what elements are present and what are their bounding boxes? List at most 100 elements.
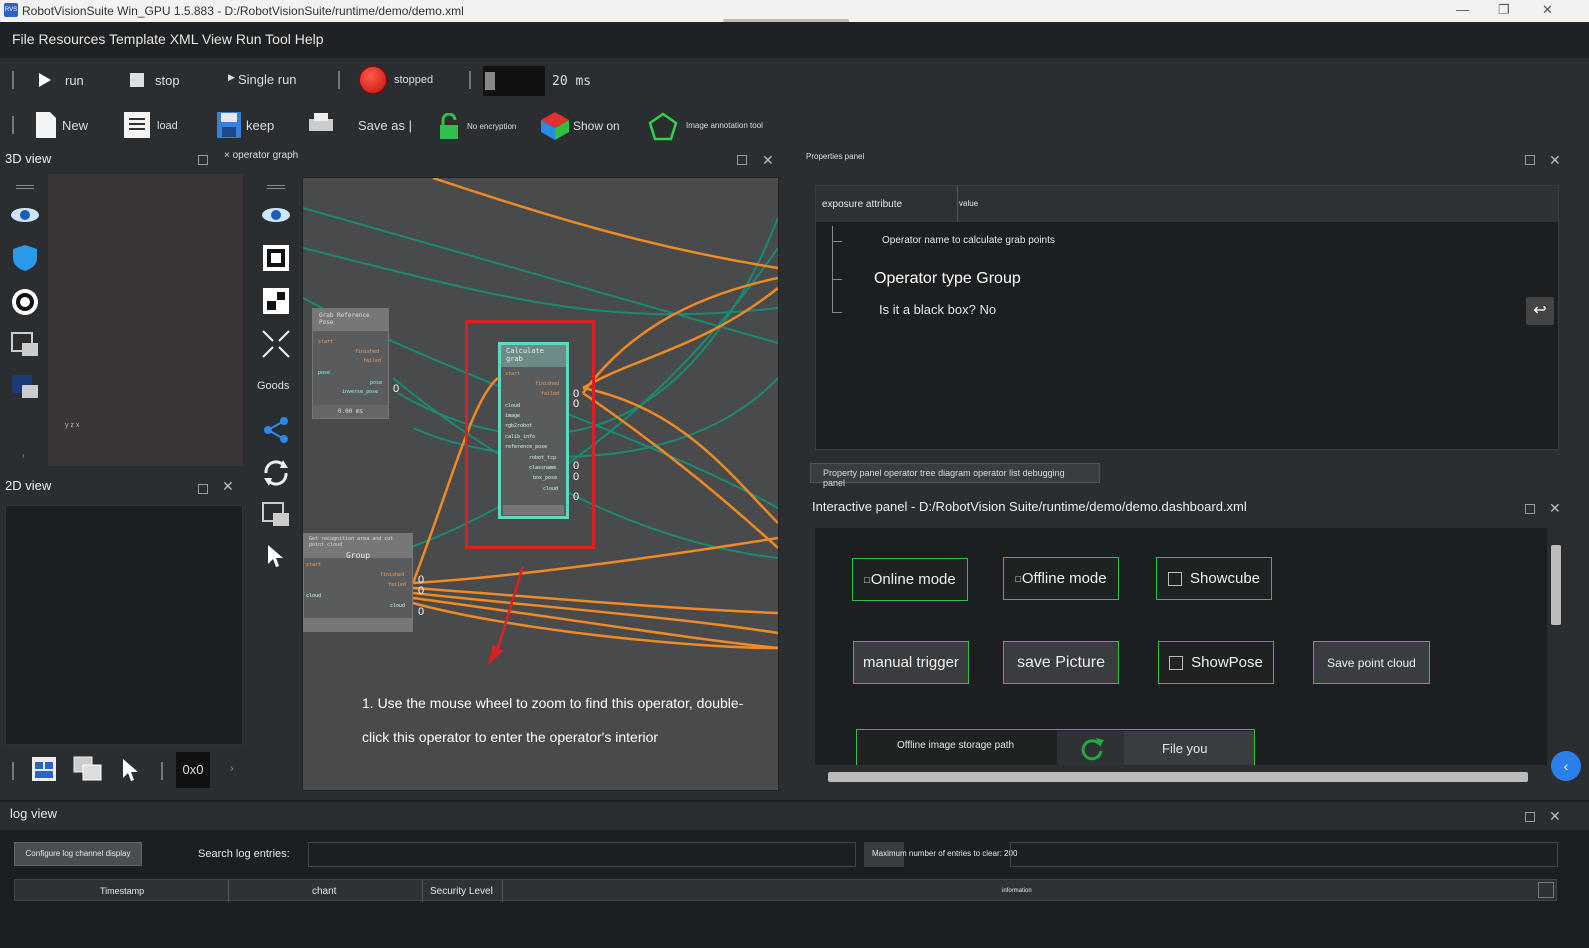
more-arrow-icon[interactable]: ›: [230, 763, 234, 775]
goods-label[interactable]: Goods: [257, 380, 289, 392]
operator-graph-tab[interactable]: × operator graph: [224, 150, 298, 161]
float-icon[interactable]: [1525, 155, 1535, 165]
float-icon[interactable]: [1525, 812, 1535, 822]
operator-node-group[interactable]: Get recognition area and cut point cloud…: [303, 533, 413, 632]
checkbox-icon[interactable]: [1169, 655, 1184, 670]
port-value: 0: [393, 383, 400, 395]
menu-items[interactable]: File Resources Template XML View Run Too…: [12, 31, 324, 47]
grip-icon[interactable]: [267, 185, 285, 186]
unlock-icon[interactable]: [437, 113, 463, 141]
offline-mode-button[interactable]: □ Offline mode: [1003, 557, 1119, 600]
properties-panel: Properties panel ✕ exposure attribute va…: [803, 148, 1589, 493]
eye-icon[interactable]: [261, 205, 291, 225]
zoom-frame-icon[interactable]: [262, 287, 290, 315]
keep-button[interactable]: keep: [246, 118, 274, 133]
toolbar-grip[interactable]: [12, 762, 14, 780]
toolbar-grip[interactable]: [12, 71, 14, 89]
configure-log-button[interactable]: Configure log channel display: [14, 842, 142, 866]
show-on-button[interactable]: Show on: [573, 119, 620, 133]
eye-icon[interactable]: [10, 205, 40, 225]
close-icon[interactable]: ✕: [1549, 808, 1561, 825]
new-button[interactable]: New: [62, 118, 88, 133]
float-icon[interactable]: [198, 484, 208, 494]
fit-view-icon[interactable]: [262, 244, 290, 272]
save-point-cloud-button[interactable]: Save point cloud: [1313, 641, 1430, 684]
blackbox-row[interactable]: Is it a black box? No: [879, 302, 996, 317]
view-3d-canvas[interactable]: y z x: [48, 174, 243, 466]
camera-view-icon[interactable]: [10, 373, 40, 401]
column-information[interactable]: information: [1002, 888, 1032, 894]
column-channel[interactable]: chant: [312, 886, 336, 897]
online-mode-button[interactable]: □ Online mode: [852, 558, 968, 601]
chevron-left-icon[interactable]: ‹: [1551, 751, 1581, 781]
no-encryption-button[interactable]: No encryption: [467, 122, 516, 131]
annotation-polygon-icon[interactable]: [647, 111, 679, 143]
save-as-icon[interactable]: [307, 111, 335, 135]
checkbox-icon[interactable]: [1167, 571, 1182, 586]
cursor-icon[interactable]: [122, 758, 140, 782]
refresh-icon[interactable]: [261, 458, 291, 488]
minimize-button[interactable]: —: [1456, 2, 1469, 17]
collapse-icon[interactable]: [261, 329, 291, 359]
max-entries-input[interactable]: [1010, 842, 1558, 867]
refresh-button[interactable]: [1057, 731, 1124, 765]
screenshot-icon[interactable]: [261, 501, 291, 529]
stop-icon[interactable]: [130, 73, 144, 87]
file-browse-button[interactable]: File you: [1124, 731, 1254, 765]
window-tile-icon[interactable]: [31, 756, 57, 782]
manual-trigger-button[interactable]: manual trigger: [853, 641, 969, 684]
cursor-icon[interactable]: [267, 544, 285, 570]
single-run-button[interactable]: Single run: [238, 72, 297, 87]
toolbar-grip[interactable]: [12, 116, 14, 134]
close-icon[interactable]: ✕: [1549, 500, 1561, 517]
column-timestamp[interactable]: Timestamp: [100, 886, 144, 896]
operator-node-grab-reference[interactable]: Grab Reference Pose start finished faile…: [312, 308, 389, 419]
restore-button[interactable]: ❐: [1498, 2, 1510, 18]
vertical-scrollbar[interactable]: [1551, 545, 1561, 625]
annotation-tool-button[interactable]: Image annotation tool: [686, 121, 763, 130]
properties-tab-bar[interactable]: Property panel operator tree diagram ope…: [810, 463, 1100, 488]
load-icon[interactable]: [123, 111, 151, 139]
operator-type-row[interactable]: Operator type Group: [874, 270, 1021, 288]
save-as-button[interactable]: Save as |: [358, 118, 412, 133]
target-icon[interactable]: [10, 287, 40, 317]
save-picture-button[interactable]: save Picture: [1003, 641, 1119, 684]
float-icon[interactable]: [1525, 504, 1535, 514]
play-icon[interactable]: [38, 72, 52, 88]
shield-icon[interactable]: [12, 244, 38, 272]
horizontal-scrollbar[interactable]: [828, 772, 1528, 782]
close-icon[interactable]: ✕: [762, 152, 774, 169]
close-icon[interactable]: ✕: [222, 478, 234, 495]
float-icon[interactable]: [737, 155, 747, 165]
new-file-icon[interactable]: [35, 111, 57, 139]
port-label: finished: [355, 349, 380, 355]
stop-button[interactable]: stop: [155, 73, 180, 88]
operator-graph-canvas[interactable]: Grab Reference Pose start finished faile…: [302, 177, 779, 791]
show-on-cube-icon[interactable]: [540, 111, 570, 141]
expand-arrow-icon[interactable]: ›: [22, 451, 25, 460]
search-log-input[interactable]: [308, 842, 856, 867]
close-button[interactable]: ✕: [1542, 2, 1553, 18]
window-cascade-icon[interactable]: [73, 756, 103, 782]
showpose-checkbox[interactable]: ShowPose: [1158, 641, 1274, 684]
column-security-level[interactable]: Security Level: [430, 886, 493, 897]
save-disk-icon[interactable]: [216, 111, 242, 139]
operator-node-calculate-grab[interactable]: Calculate grab start cloud image rgb2rob…: [498, 342, 569, 519]
view-2d-canvas[interactable]: [5, 505, 243, 745]
back-arrow-icon[interactable]: ↩: [1526, 297, 1554, 325]
run-button[interactable]: run: [65, 73, 84, 88]
column-attribute[interactable]: exposure attribute: [822, 199, 902, 210]
column-value[interactable]: value: [959, 199, 978, 208]
screenshot-icon[interactable]: [10, 331, 40, 359]
operator-name-row[interactable]: Operator name to calculate grab points: [882, 235, 1055, 246]
slider-handle[interactable]: [485, 72, 495, 90]
showcube-checkbox[interactable]: Showcube: [1156, 557, 1272, 600]
table-corner-icon[interactable]: [1538, 882, 1554, 898]
grip-icon[interactable]: [16, 185, 34, 186]
float-icon[interactable]: [198, 155, 208, 165]
close-icon[interactable]: ✕: [1549, 152, 1561, 169]
interactive-title: Interactive panel - D:/RobotVision Suite…: [812, 499, 1247, 514]
share-graph-icon[interactable]: [262, 416, 290, 444]
interval-slider[interactable]: [483, 66, 545, 96]
load-button[interactable]: load: [157, 120, 178, 132]
